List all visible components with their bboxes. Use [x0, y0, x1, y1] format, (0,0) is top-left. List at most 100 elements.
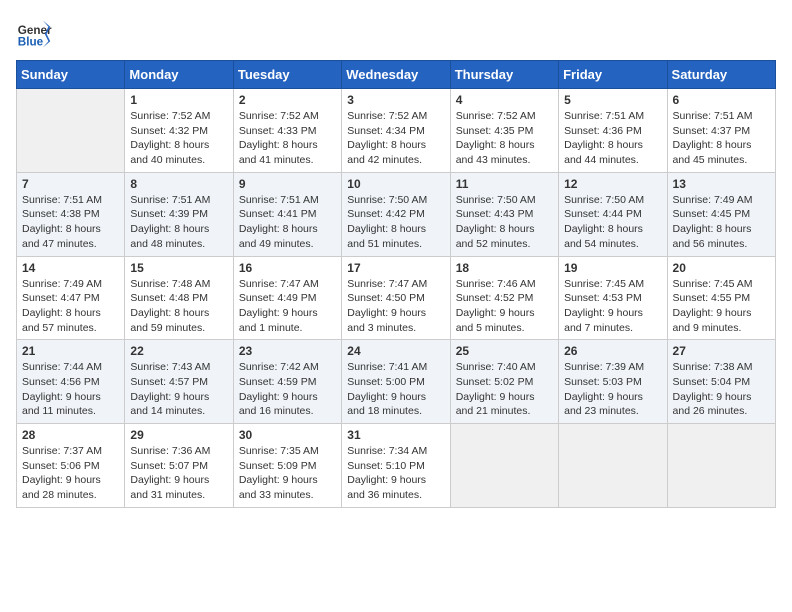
- day-number: 22: [130, 344, 227, 358]
- day-info: Sunrise: 7:37 AM Sunset: 5:06 PM Dayligh…: [22, 444, 119, 503]
- day-cell: 1 Sunrise: 7:52 AM Sunset: 4:32 PM Dayli…: [125, 89, 233, 173]
- day-cell: 28 Sunrise: 7:37 AM Sunset: 5:06 PM Dayl…: [17, 424, 125, 508]
- day-cell: 27 Sunrise: 7:38 AM Sunset: 5:04 PM Dayl…: [667, 340, 775, 424]
- header-day-tuesday: Tuesday: [233, 61, 341, 89]
- day-cell: 14 Sunrise: 7:49 AM Sunset: 4:47 PM Dayl…: [17, 256, 125, 340]
- day-number: 19: [564, 261, 661, 275]
- day-number: 12: [564, 177, 661, 191]
- day-number: 20: [673, 261, 770, 275]
- day-number: 7: [22, 177, 119, 191]
- day-number: 29: [130, 428, 227, 442]
- day-cell: 9 Sunrise: 7:51 AM Sunset: 4:41 PM Dayli…: [233, 172, 341, 256]
- day-cell: 25 Sunrise: 7:40 AM Sunset: 5:02 PM Dayl…: [450, 340, 558, 424]
- header-day-sunday: Sunday: [17, 61, 125, 89]
- day-cell: 5 Sunrise: 7:51 AM Sunset: 4:36 PM Dayli…: [559, 89, 667, 173]
- week-row-5: 28 Sunrise: 7:37 AM Sunset: 5:06 PM Dayl…: [17, 424, 776, 508]
- day-cell: 26 Sunrise: 7:39 AM Sunset: 5:03 PM Dayl…: [559, 340, 667, 424]
- day-cell: 3 Sunrise: 7:52 AM Sunset: 4:34 PM Dayli…: [342, 89, 450, 173]
- day-cell: 24 Sunrise: 7:41 AM Sunset: 5:00 PM Dayl…: [342, 340, 450, 424]
- day-cell: 15 Sunrise: 7:48 AM Sunset: 4:48 PM Dayl…: [125, 256, 233, 340]
- day-cell: 19 Sunrise: 7:45 AM Sunset: 4:53 PM Dayl…: [559, 256, 667, 340]
- svg-text:Blue: Blue: [18, 36, 44, 49]
- day-cell: 22 Sunrise: 7:43 AM Sunset: 4:57 PM Dayl…: [125, 340, 233, 424]
- week-row-4: 21 Sunrise: 7:44 AM Sunset: 4:56 PM Dayl…: [17, 340, 776, 424]
- day-info: Sunrise: 7:47 AM Sunset: 4:50 PM Dayligh…: [347, 277, 444, 336]
- day-number: 23: [239, 344, 336, 358]
- day-number: 9: [239, 177, 336, 191]
- day-cell: 31 Sunrise: 7:34 AM Sunset: 5:10 PM Dayl…: [342, 424, 450, 508]
- day-info: Sunrise: 7:52 AM Sunset: 4:35 PM Dayligh…: [456, 109, 553, 168]
- day-cell: 7 Sunrise: 7:51 AM Sunset: 4:38 PM Dayli…: [17, 172, 125, 256]
- header-day-wednesday: Wednesday: [342, 61, 450, 89]
- day-info: Sunrise: 7:45 AM Sunset: 4:53 PM Dayligh…: [564, 277, 661, 336]
- day-cell: [450, 424, 558, 508]
- day-info: Sunrise: 7:49 AM Sunset: 4:47 PM Dayligh…: [22, 277, 119, 336]
- day-cell: 6 Sunrise: 7:51 AM Sunset: 4:37 PM Dayli…: [667, 89, 775, 173]
- logo-icon: General Blue: [16, 16, 52, 52]
- day-number: 16: [239, 261, 336, 275]
- day-cell: 13 Sunrise: 7:49 AM Sunset: 4:45 PM Dayl…: [667, 172, 775, 256]
- day-number: 13: [673, 177, 770, 191]
- day-number: 6: [673, 93, 770, 107]
- day-number: 24: [347, 344, 444, 358]
- day-number: 31: [347, 428, 444, 442]
- day-cell: [559, 424, 667, 508]
- header-row: SundayMondayTuesdayWednesdayThursdayFrid…: [17, 61, 776, 89]
- header-day-saturday: Saturday: [667, 61, 775, 89]
- day-info: Sunrise: 7:52 AM Sunset: 4:32 PM Dayligh…: [130, 109, 227, 168]
- day-info: Sunrise: 7:51 AM Sunset: 4:36 PM Dayligh…: [564, 109, 661, 168]
- day-number: 1: [130, 93, 227, 107]
- day-number: 25: [456, 344, 553, 358]
- header-day-friday: Friday: [559, 61, 667, 89]
- day-info: Sunrise: 7:45 AM Sunset: 4:55 PM Dayligh…: [673, 277, 770, 336]
- day-info: Sunrise: 7:51 AM Sunset: 4:37 PM Dayligh…: [673, 109, 770, 168]
- day-cell: 23 Sunrise: 7:42 AM Sunset: 4:59 PM Dayl…: [233, 340, 341, 424]
- day-cell: [667, 424, 775, 508]
- day-info: Sunrise: 7:49 AM Sunset: 4:45 PM Dayligh…: [673, 193, 770, 252]
- day-info: Sunrise: 7:51 AM Sunset: 4:39 PM Dayligh…: [130, 193, 227, 252]
- day-cell: 2 Sunrise: 7:52 AM Sunset: 4:33 PM Dayli…: [233, 89, 341, 173]
- day-cell: 12 Sunrise: 7:50 AM Sunset: 4:44 PM Dayl…: [559, 172, 667, 256]
- day-cell: 4 Sunrise: 7:52 AM Sunset: 4:35 PM Dayli…: [450, 89, 558, 173]
- day-cell: 18 Sunrise: 7:46 AM Sunset: 4:52 PM Dayl…: [450, 256, 558, 340]
- day-cell: 11 Sunrise: 7:50 AM Sunset: 4:43 PM Dayl…: [450, 172, 558, 256]
- day-number: 2: [239, 93, 336, 107]
- day-info: Sunrise: 7:35 AM Sunset: 5:09 PM Dayligh…: [239, 444, 336, 503]
- day-number: 28: [22, 428, 119, 442]
- day-number: 8: [130, 177, 227, 191]
- day-number: 14: [22, 261, 119, 275]
- day-cell: 29 Sunrise: 7:36 AM Sunset: 5:07 PM Dayl…: [125, 424, 233, 508]
- header-day-thursday: Thursday: [450, 61, 558, 89]
- day-info: Sunrise: 7:41 AM Sunset: 5:00 PM Dayligh…: [347, 360, 444, 419]
- day-number: 17: [347, 261, 444, 275]
- day-cell: 10 Sunrise: 7:50 AM Sunset: 4:42 PM Dayl…: [342, 172, 450, 256]
- day-info: Sunrise: 7:34 AM Sunset: 5:10 PM Dayligh…: [347, 444, 444, 503]
- calendar-table: SundayMondayTuesdayWednesdayThursdayFrid…: [16, 60, 776, 508]
- day-info: Sunrise: 7:51 AM Sunset: 4:38 PM Dayligh…: [22, 193, 119, 252]
- day-info: Sunrise: 7:51 AM Sunset: 4:41 PM Dayligh…: [239, 193, 336, 252]
- header: General Blue: [16, 16, 776, 52]
- logo: General Blue: [16, 16, 52, 52]
- day-cell: 20 Sunrise: 7:45 AM Sunset: 4:55 PM Dayl…: [667, 256, 775, 340]
- day-number: 10: [347, 177, 444, 191]
- day-info: Sunrise: 7:38 AM Sunset: 5:04 PM Dayligh…: [673, 360, 770, 419]
- day-info: Sunrise: 7:44 AM Sunset: 4:56 PM Dayligh…: [22, 360, 119, 419]
- week-row-1: 1 Sunrise: 7:52 AM Sunset: 4:32 PM Dayli…: [17, 89, 776, 173]
- day-cell: 21 Sunrise: 7:44 AM Sunset: 4:56 PM Dayl…: [17, 340, 125, 424]
- day-cell: 30 Sunrise: 7:35 AM Sunset: 5:09 PM Dayl…: [233, 424, 341, 508]
- day-info: Sunrise: 7:42 AM Sunset: 4:59 PM Dayligh…: [239, 360, 336, 419]
- day-number: 30: [239, 428, 336, 442]
- day-info: Sunrise: 7:50 AM Sunset: 4:44 PM Dayligh…: [564, 193, 661, 252]
- header-day-monday: Monday: [125, 61, 233, 89]
- day-number: 18: [456, 261, 553, 275]
- day-number: 5: [564, 93, 661, 107]
- day-cell: 8 Sunrise: 7:51 AM Sunset: 4:39 PM Dayli…: [125, 172, 233, 256]
- week-row-2: 7 Sunrise: 7:51 AM Sunset: 4:38 PM Dayli…: [17, 172, 776, 256]
- day-info: Sunrise: 7:52 AM Sunset: 4:34 PM Dayligh…: [347, 109, 444, 168]
- day-number: 26: [564, 344, 661, 358]
- day-number: 15: [130, 261, 227, 275]
- day-number: 21: [22, 344, 119, 358]
- day-info: Sunrise: 7:50 AM Sunset: 4:43 PM Dayligh…: [456, 193, 553, 252]
- day-info: Sunrise: 7:40 AM Sunset: 5:02 PM Dayligh…: [456, 360, 553, 419]
- day-cell: 17 Sunrise: 7:47 AM Sunset: 4:50 PM Dayl…: [342, 256, 450, 340]
